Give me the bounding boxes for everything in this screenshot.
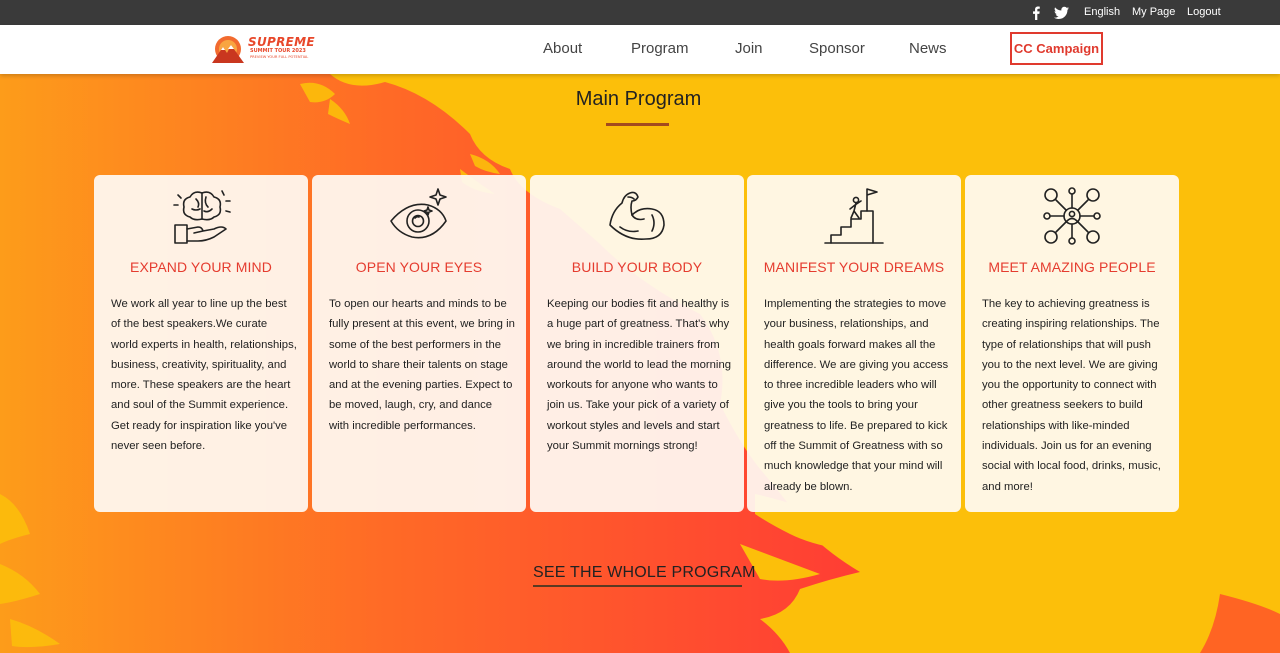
see-whole-program-link[interactable]: SEE THE WHOLE PROGRAM — [533, 564, 756, 582]
logo-title: SUPREME — [248, 35, 315, 49]
card-description: Keeping our bodies fit and healthy is a … — [547, 298, 732, 453]
program-card-build-your-body: BUILD YOUR BODY Keeping our bodies fit a… — [530, 175, 744, 512]
top-utility-bar: English My Page Logout — [0, 0, 1280, 25]
card-title: BUILD YOUR BODY — [571, 259, 703, 275]
card-description: Implementing the strategies to move your… — [764, 298, 949, 493]
main-program-section: Main Program EXPAND YOUR MIND We work al… — [0, 74, 1280, 653]
eye-sparkle-icon — [390, 188, 447, 239]
nav-join[interactable]: Join — [735, 40, 763, 57]
brain-hand-icon — [173, 190, 231, 244]
program-card-manifest-your-dreams: MANIFEST YOUR DREAMS Implementing the st… — [747, 175, 961, 512]
people-network-icon — [1043, 187, 1101, 245]
logo-subtitle: SUMMIT TOUR 2023 — [250, 48, 306, 54]
card-title: EXPAND YOUR MIND — [130, 259, 272, 275]
logo-tagline: PREVIEW YOUR FULL POTENTIAL — [250, 55, 309, 59]
card-description: We work all year to line up the best of … — [111, 298, 297, 453]
site-logo[interactable]: SUPREME SUMMIT TOUR 2023 PREVIEW YOUR FU… — [210, 33, 320, 67]
card-description: The key to achieving greatness is creati… — [982, 298, 1161, 493]
cc-campaign-button[interactable]: CC Campaign — [1010, 32, 1103, 65]
nav-news[interactable]: News — [909, 40, 947, 57]
facebook-icon[interactable] — [1031, 6, 1041, 20]
language-link[interactable]: English — [1084, 6, 1120, 18]
logout-link[interactable]: Logout — [1187, 6, 1221, 18]
nav-program[interactable]: Program — [631, 40, 689, 57]
card-title: MEET AMAZING PEOPLE — [988, 259, 1156, 275]
card-title: OPEN YOUR EYES — [355, 259, 483, 275]
program-card-meet-amazing-people: MEET AMAZING PEOPLE The key to achieving… — [965, 175, 1179, 512]
nav-sponsor[interactable]: Sponsor — [809, 40, 865, 57]
program-card-open-your-eyes: OPEN YOUR EYES To open our hearts and mi… — [312, 175, 526, 512]
stairs-flag-icon — [824, 188, 884, 244]
see-whole-program-underline — [533, 585, 742, 587]
flexed-arm-icon — [609, 191, 665, 241]
nav-about[interactable]: About — [543, 40, 582, 57]
card-description: To open our hearts and minds to be fully… — [329, 298, 515, 432]
card-title: MANIFEST YOUR DREAMS — [763, 259, 945, 275]
section-title: Main Program — [575, 88, 702, 110]
program-card-expand-your-mind: EXPAND YOUR MIND We work all year to lin… — [94, 175, 308, 512]
main-navbar: SUPREME SUMMIT TOUR 2023 PREVIEW YOUR FU… — [0, 25, 1280, 74]
my-page-link[interactable]: My Page — [1132, 6, 1175, 18]
logo-mountain-icon — [212, 36, 244, 63]
title-underline — [606, 123, 669, 126]
twitter-icon[interactable] — [1054, 6, 1069, 20]
